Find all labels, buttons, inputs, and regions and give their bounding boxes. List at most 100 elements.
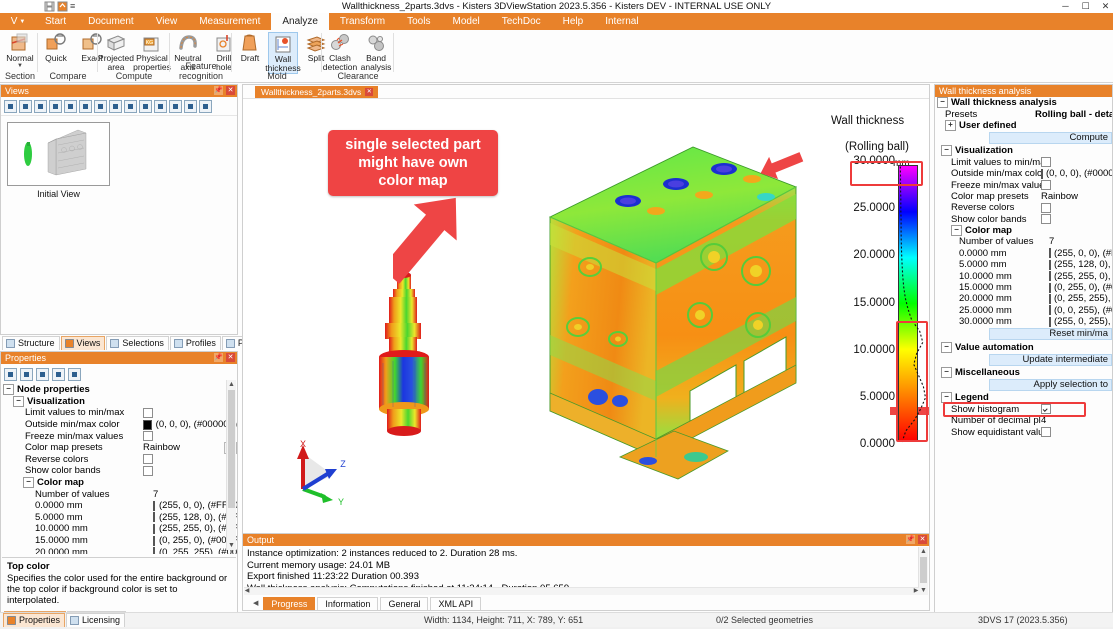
output-tab-information[interactable]: Information	[317, 597, 379, 610]
menu-tab-start[interactable]: Start	[34, 13, 77, 30]
property-row[interactable]: 15.0000 mm (0, 255, 0), (#00FF00)	[1, 535, 237, 547]
color-swatch[interactable]	[1049, 271, 1051, 282]
collapse-toggle-icon[interactable]: −	[941, 341, 952, 353]
ribbon-button-normal[interactable]: Normal ▼	[2, 32, 38, 69]
property-row[interactable]: Show histogram	[935, 401, 1112, 417]
property-row[interactable]: Outside min/max color (0, 0, 0), (#000000…	[935, 168, 1112, 179]
property-row[interactable]: Color map presets Rainbow▼	[1, 441, 237, 454]
checkbox[interactable]	[143, 431, 153, 442]
checkbox[interactable]	[1041, 157, 1051, 168]
new-view-icon[interactable]	[4, 99, 17, 113]
output-tab-xml-api[interactable]: XML API	[430, 597, 482, 610]
output-scrollbar[interactable]: ▲ ▼	[918, 547, 928, 595]
color-swatch[interactable]	[143, 419, 152, 430]
value-automation-header[interactable]: − Value automation	[935, 341, 1112, 353]
menu-tab-techdoc[interactable]: TechDoc	[491, 13, 552, 30]
left-tab-views[interactable]: Views	[60, 336, 106, 350]
update-intermediate-button[interactable]: Update intermediate	[989, 353, 1112, 366]
color-swatch[interactable]	[1049, 293, 1051, 304]
color-swatch[interactable]	[153, 512, 155, 523]
scroll-down-icon[interactable]: ▼	[919, 586, 928, 595]
collapse-toggle-icon[interactable]: −	[941, 367, 952, 378]
minimize-button[interactable]: ─	[1060, 0, 1071, 13]
close-icon[interactable]: ✕	[226, 353, 235, 362]
grid-large-icon[interactable]	[199, 99, 212, 113]
color-swatch[interactable]	[1049, 316, 1051, 327]
menu-tab-measurement[interactable]: Measurement	[188, 13, 271, 30]
property-row[interactable]: 5.0000 mm (255, 128, 0), (#FF8	[935, 259, 1112, 270]
property-row[interactable]: 25.0000 mm (0, 0, 255), (#0000F	[935, 305, 1112, 316]
property-row[interactable]: 10.0000 mm (255, 255, 0), (#FFF	[935, 270, 1112, 282]
ribbon-button-quick[interactable]: Quick	[38, 32, 74, 63]
menu-tab-help[interactable]: Help	[552, 13, 595, 30]
color-swatch[interactable]	[153, 500, 155, 511]
apply-selection-button[interactable]: Apply selection to	[989, 379, 1112, 392]
property-row[interactable]: Reverse colors	[1, 454, 237, 466]
checkbox[interactable]	[1041, 404, 1051, 415]
checkbox[interactable]	[143, 407, 153, 418]
property-row[interactable]: Freeze min/max values	[935, 179, 1112, 191]
color-swatch[interactable]	[1041, 168, 1043, 179]
left-tab-profiles[interactable]: Profiles	[169, 336, 221, 350]
miscellaneous-header[interactable]: − Miscellaneous	[935, 367, 1112, 378]
visualization-header[interactable]: − Visualization	[935, 145, 1112, 157]
menu-tab-view[interactable]: View	[145, 13, 189, 30]
menu-tab-internal[interactable]: Internal	[594, 13, 649, 30]
checkbox[interactable]	[143, 465, 153, 476]
document-tab[interactable]: Wallthickness_2parts.3dvs ✕	[255, 86, 379, 98]
menu-tab-transform[interactable]: Transform	[329, 13, 396, 30]
left-tab-structure[interactable]: Structure	[2, 336, 60, 350]
status-tab-properties[interactable]: Properties	[3, 613, 66, 627]
collapse-toggle-icon[interactable]: −	[13, 395, 24, 407]
property-row[interactable]: Outside min/max color (0, 0, 0), (#000000…	[1, 419, 237, 431]
maximize-button[interactable]: ☐	[1080, 0, 1091, 13]
grid-small-icon[interactable]	[169, 99, 182, 113]
import-icon[interactable]	[154, 99, 167, 113]
output-tab-progress[interactable]: Progress	[263, 597, 316, 610]
update-view-icon[interactable]	[34, 99, 47, 113]
property-row[interactable]: 10.0000 mm (255, 255, 0), (#FFFF00)	[1, 523, 237, 535]
property-row[interactable]: Limit values to min/max	[935, 157, 1112, 168]
property-row[interactable]: Number of decimal pl... 4	[935, 415, 1112, 426]
ribbon-button-band-analysis[interactable]: Band analysis	[358, 32, 394, 72]
property-row[interactable]: Limit values to min/max	[1, 407, 237, 419]
collapse-toggle-icon[interactable]: −	[3, 384, 14, 396]
color-swatch[interactable]	[153, 535, 155, 546]
pin-icon[interactable]: 📌	[906, 535, 915, 544]
scroll-up-icon[interactable]: ▲	[227, 380, 236, 389]
collapse-toggle-icon[interactable]: −	[23, 477, 34, 489]
add-view-icon[interactable]	[19, 99, 32, 113]
output-hscrollbar[interactable]: ◀ ▶	[244, 587, 919, 595]
property-row[interactable]: 20.0000 mm (0, 255, 255), (#00F	[935, 293, 1112, 304]
color-swatch[interactable]	[1049, 305, 1051, 316]
collapse-toggle-icon[interactable]: −	[951, 225, 962, 237]
property-row[interactable]: Number of values 7	[1, 488, 237, 500]
color-swatch[interactable]	[153, 547, 155, 554]
output-tab-general[interactable]: General	[380, 597, 429, 610]
property-row[interactable]: 20.0000 mm (0, 255, 255), (#00FFFF)	[1, 546, 237, 554]
checkbox[interactable]	[1041, 180, 1051, 191]
collapse-toggle-icon[interactable]: −	[937, 97, 948, 109]
close-button[interactable]: ✕	[1100, 0, 1111, 13]
checkbox[interactable]	[1041, 427, 1051, 438]
checkbox[interactable]	[143, 454, 153, 465]
checkbox[interactable]	[1041, 202, 1051, 213]
collapse-all-icon[interactable]	[20, 367, 33, 381]
property-row[interactable]: 0.0000 mm (255, 0, 0), (#FF0000)	[1, 500, 237, 512]
ribbon-button-draft[interactable]: Draft	[232, 32, 268, 63]
properties-icon[interactable]	[94, 99, 107, 113]
refresh-icon[interactable]	[52, 367, 65, 381]
property-row[interactable]: 30.0000 mm (255, 0, 255), (#FF0	[935, 316, 1112, 327]
property-group-header[interactable]: − Color map	[1, 477, 237, 489]
property-group-header[interactable]: − Node properties	[1, 384, 237, 396]
close-icon[interactable]: ✕	[918, 535, 927, 544]
checkbox[interactable]	[1041, 214, 1051, 225]
wall-thickness-root-header[interactable]: − Wall thickness analysis	[935, 97, 1112, 109]
ribbon-button-physical-properties[interactable]: KG Physical properties	[133, 32, 171, 72]
property-row[interactable]: 15.0000 mm (0, 255, 0), (#00FF0	[935, 282, 1112, 293]
scroll-down-icon[interactable]: ▼	[227, 541, 236, 550]
legend-header[interactable]: − Legend	[935, 392, 1112, 404]
export-icon[interactable]	[139, 99, 152, 113]
collapse-toggle-icon[interactable]: −	[941, 145, 952, 157]
menu-tab-model[interactable]: Model	[441, 13, 490, 30]
